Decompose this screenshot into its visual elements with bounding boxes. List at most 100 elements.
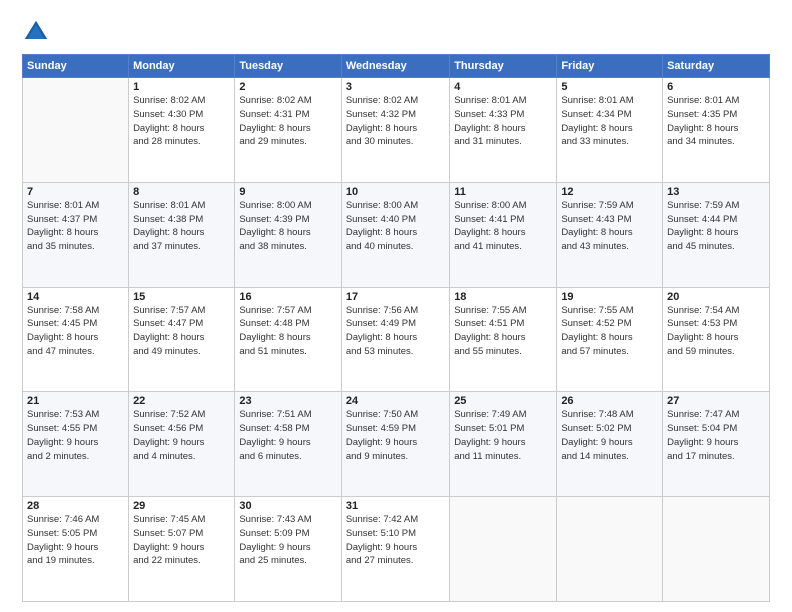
calendar-cell: 25Sunrise: 7:49 AMSunset: 5:01 PMDayligh…: [450, 392, 557, 497]
day-info: Sunrise: 8:01 AMSunset: 4:35 PMDaylight:…: [667, 94, 765, 149]
calendar-cell: 8Sunrise: 8:01 AMSunset: 4:38 PMDaylight…: [129, 182, 235, 287]
day-number: 15: [133, 291, 230, 303]
day-number: 9: [239, 186, 337, 198]
calendar-cell: [663, 497, 770, 602]
page: SundayMondayTuesdayWednesdayThursdayFrid…: [0, 0, 792, 612]
week-row-2: 7Sunrise: 8:01 AMSunset: 4:37 PMDaylight…: [23, 182, 770, 287]
calendar-cell: 10Sunrise: 8:00 AMSunset: 4:40 PMDayligh…: [341, 182, 449, 287]
day-info: Sunrise: 7:55 AMSunset: 4:52 PMDaylight:…: [561, 304, 658, 359]
day-number: 23: [239, 395, 337, 407]
calendar-cell: 28Sunrise: 7:46 AMSunset: 5:05 PMDayligh…: [23, 497, 129, 602]
calendar-cell: 22Sunrise: 7:52 AMSunset: 4:56 PMDayligh…: [129, 392, 235, 497]
day-info: Sunrise: 7:53 AMSunset: 4:55 PMDaylight:…: [27, 408, 124, 463]
day-info: Sunrise: 7:56 AMSunset: 4:49 PMDaylight:…: [346, 304, 445, 359]
day-info: Sunrise: 8:00 AMSunset: 4:39 PMDaylight:…: [239, 199, 337, 254]
calendar-cell: 20Sunrise: 7:54 AMSunset: 4:53 PMDayligh…: [663, 287, 770, 392]
weekday-header-sunday: Sunday: [23, 55, 129, 78]
calendar-cell: 9Sunrise: 8:00 AMSunset: 4:39 PMDaylight…: [235, 182, 342, 287]
weekday-header-monday: Monday: [129, 55, 235, 78]
calendar-cell: 4Sunrise: 8:01 AMSunset: 4:33 PMDaylight…: [450, 78, 557, 183]
day-info: Sunrise: 7:43 AMSunset: 5:09 PMDaylight:…: [239, 513, 337, 568]
calendar-cell: 1Sunrise: 8:02 AMSunset: 4:30 PMDaylight…: [129, 78, 235, 183]
day-number: 16: [239, 291, 337, 303]
day-info: Sunrise: 8:01 AMSunset: 4:33 PMDaylight:…: [454, 94, 552, 149]
calendar-cell: 31Sunrise: 7:42 AMSunset: 5:10 PMDayligh…: [341, 497, 449, 602]
day-number: 30: [239, 500, 337, 512]
day-number: 25: [454, 395, 552, 407]
day-info: Sunrise: 8:02 AMSunset: 4:30 PMDaylight:…: [133, 94, 230, 149]
day-info: Sunrise: 8:01 AMSunset: 4:34 PMDaylight:…: [561, 94, 658, 149]
day-number: 7: [27, 186, 124, 198]
day-number: 18: [454, 291, 552, 303]
day-number: 31: [346, 500, 445, 512]
weekday-header-thursday: Thursday: [450, 55, 557, 78]
calendar-cell: 2Sunrise: 8:02 AMSunset: 4:31 PMDaylight…: [235, 78, 342, 183]
day-info: Sunrise: 8:01 AMSunset: 4:38 PMDaylight:…: [133, 199, 230, 254]
day-info: Sunrise: 8:02 AMSunset: 4:31 PMDaylight:…: [239, 94, 337, 149]
calendar-cell: 26Sunrise: 7:48 AMSunset: 5:02 PMDayligh…: [557, 392, 663, 497]
logo: [22, 18, 54, 46]
calendar-cell: 27Sunrise: 7:47 AMSunset: 5:04 PMDayligh…: [663, 392, 770, 497]
day-number: 14: [27, 291, 124, 303]
day-info: Sunrise: 7:54 AMSunset: 4:53 PMDaylight:…: [667, 304, 765, 359]
day-info: Sunrise: 8:00 AMSunset: 4:41 PMDaylight:…: [454, 199, 552, 254]
weekday-header-saturday: Saturday: [663, 55, 770, 78]
day-number: 28: [27, 500, 124, 512]
week-row-4: 21Sunrise: 7:53 AMSunset: 4:55 PMDayligh…: [23, 392, 770, 497]
day-number: 6: [667, 81, 765, 93]
day-number: 2: [239, 81, 337, 93]
logo-icon: [22, 18, 50, 46]
calendar-cell: [23, 78, 129, 183]
day-number: 29: [133, 500, 230, 512]
week-row-3: 14Sunrise: 7:58 AMSunset: 4:45 PMDayligh…: [23, 287, 770, 392]
calendar-cell: [557, 497, 663, 602]
day-number: 20: [667, 291, 765, 303]
day-number: 19: [561, 291, 658, 303]
day-info: Sunrise: 7:58 AMSunset: 4:45 PMDaylight:…: [27, 304, 124, 359]
day-number: 11: [454, 186, 552, 198]
day-number: 13: [667, 186, 765, 198]
weekday-header-wednesday: Wednesday: [341, 55, 449, 78]
calendar-cell: 23Sunrise: 7:51 AMSunset: 4:58 PMDayligh…: [235, 392, 342, 497]
day-info: Sunrise: 7:48 AMSunset: 5:02 PMDaylight:…: [561, 408, 658, 463]
day-number: 27: [667, 395, 765, 407]
calendar-table: SundayMondayTuesdayWednesdayThursdayFrid…: [22, 54, 770, 602]
weekday-header-row: SundayMondayTuesdayWednesdayThursdayFrid…: [23, 55, 770, 78]
weekday-header-friday: Friday: [557, 55, 663, 78]
calendar-cell: 29Sunrise: 7:45 AMSunset: 5:07 PMDayligh…: [129, 497, 235, 602]
day-info: Sunrise: 7:59 AMSunset: 4:43 PMDaylight:…: [561, 199, 658, 254]
calendar-cell: 11Sunrise: 8:00 AMSunset: 4:41 PMDayligh…: [450, 182, 557, 287]
day-number: 8: [133, 186, 230, 198]
calendar-cell: 17Sunrise: 7:56 AMSunset: 4:49 PMDayligh…: [341, 287, 449, 392]
day-number: 26: [561, 395, 658, 407]
day-info: Sunrise: 7:51 AMSunset: 4:58 PMDaylight:…: [239, 408, 337, 463]
weekday-header-tuesday: Tuesday: [235, 55, 342, 78]
calendar-cell: 5Sunrise: 8:01 AMSunset: 4:34 PMDaylight…: [557, 78, 663, 183]
day-info: Sunrise: 7:57 AMSunset: 4:47 PMDaylight:…: [133, 304, 230, 359]
calendar-cell: 19Sunrise: 7:55 AMSunset: 4:52 PMDayligh…: [557, 287, 663, 392]
day-number: 17: [346, 291, 445, 303]
day-info: Sunrise: 8:00 AMSunset: 4:40 PMDaylight:…: [346, 199, 445, 254]
day-number: 12: [561, 186, 658, 198]
calendar-cell: 12Sunrise: 7:59 AMSunset: 4:43 PMDayligh…: [557, 182, 663, 287]
day-info: Sunrise: 7:49 AMSunset: 5:01 PMDaylight:…: [454, 408, 552, 463]
day-info: Sunrise: 7:50 AMSunset: 4:59 PMDaylight:…: [346, 408, 445, 463]
day-number: 3: [346, 81, 445, 93]
calendar-cell: 18Sunrise: 7:55 AMSunset: 4:51 PMDayligh…: [450, 287, 557, 392]
day-number: 10: [346, 186, 445, 198]
day-info: Sunrise: 7:45 AMSunset: 5:07 PMDaylight:…: [133, 513, 230, 568]
day-number: 21: [27, 395, 124, 407]
day-info: Sunrise: 7:55 AMSunset: 4:51 PMDaylight:…: [454, 304, 552, 359]
day-info: Sunrise: 7:52 AMSunset: 4:56 PMDaylight:…: [133, 408, 230, 463]
day-info: Sunrise: 8:01 AMSunset: 4:37 PMDaylight:…: [27, 199, 124, 254]
day-info: Sunrise: 8:02 AMSunset: 4:32 PMDaylight:…: [346, 94, 445, 149]
day-info: Sunrise: 7:42 AMSunset: 5:10 PMDaylight:…: [346, 513, 445, 568]
day-number: 5: [561, 81, 658, 93]
calendar-cell: [450, 497, 557, 602]
calendar-cell: 16Sunrise: 7:57 AMSunset: 4:48 PMDayligh…: [235, 287, 342, 392]
calendar-cell: 30Sunrise: 7:43 AMSunset: 5:09 PMDayligh…: [235, 497, 342, 602]
week-row-5: 28Sunrise: 7:46 AMSunset: 5:05 PMDayligh…: [23, 497, 770, 602]
calendar-cell: 6Sunrise: 8:01 AMSunset: 4:35 PMDaylight…: [663, 78, 770, 183]
calendar-cell: 7Sunrise: 8:01 AMSunset: 4:37 PMDaylight…: [23, 182, 129, 287]
header: [22, 18, 770, 46]
